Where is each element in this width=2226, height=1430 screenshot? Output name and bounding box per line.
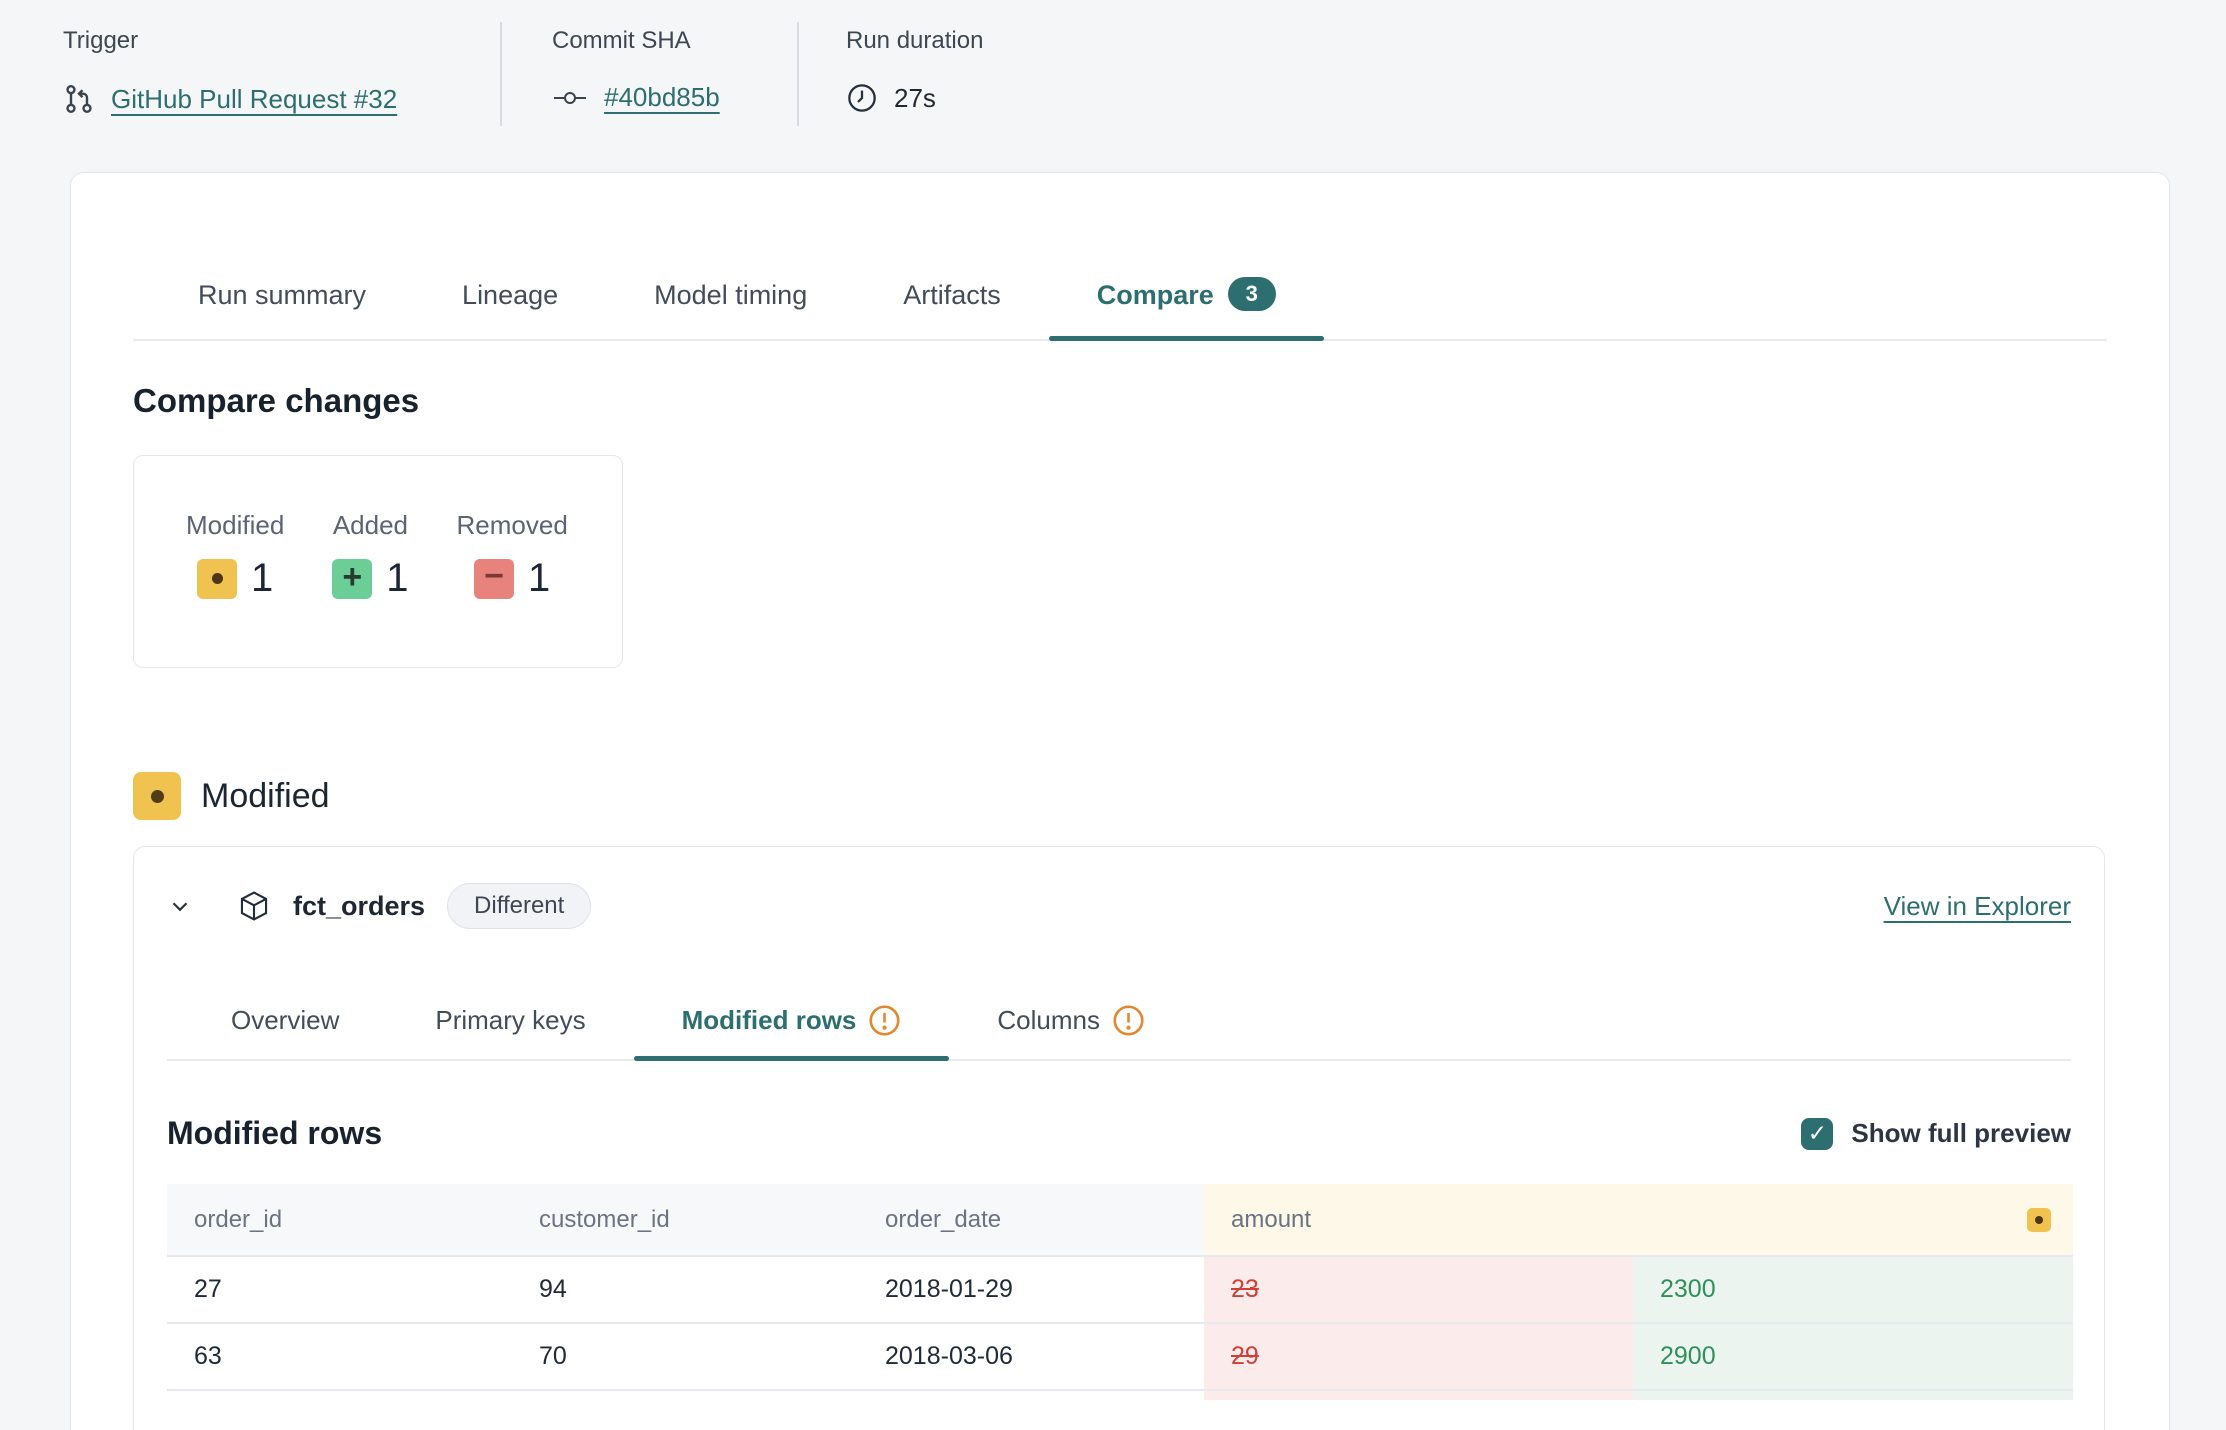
main-tabs: Run summary Lineage Model timing Artifac… [133, 277, 2107, 341]
table-row-partial [167, 1389, 512, 1400]
col-header-order-id: order_id [167, 1184, 512, 1255]
cell-customer-id: 70 [512, 1322, 858, 1389]
cell-order-id: 27 [167, 1255, 512, 1322]
modified-rows-table: order_id customer_id order_date amount 2… [167, 1184, 2073, 1400]
tab-run-summary[interactable]: Run summary [150, 277, 414, 339]
meta-duration: Run duration 27s [799, 26, 983, 146]
table-row-partial [512, 1389, 858, 1400]
tab-lineage[interactable]: Lineage [414, 277, 606, 339]
warning-icon [1112, 1004, 1145, 1037]
modified-section-title: Modified [133, 772, 2107, 820]
col-header-customer-id: customer_id [512, 1184, 858, 1255]
tab-model-timing[interactable]: Model timing [606, 277, 855, 339]
duration-label: Run duration [846, 26, 983, 56]
cell-amount-new: 2300 [1633, 1255, 2073, 1322]
stat-added: Added + 1 [332, 510, 408, 601]
cell-customer-id: 94 [512, 1255, 858, 1322]
run-card: Run summary Lineage Model timing Artifac… [70, 172, 2170, 1430]
modified-column-indicator-icon [2027, 1208, 2051, 1232]
modified-rows-header: Modified rows ✓ Show full preview [167, 1115, 2071, 1152]
stat-removed: Removed − 1 [457, 510, 568, 601]
modified-section-label: Modified [201, 777, 330, 816]
page: Trigger GitHub Pull Request #32 Commit S… [0, 0, 2226, 1430]
modified-section-icon [133, 772, 181, 820]
compare-stats-card: Modified 1 Added + 1 Removed − 1 [133, 455, 623, 668]
col-header-order-date: order_date [858, 1184, 1204, 1255]
stat-added-label: Added [333, 510, 408, 540]
modified-square-icon [197, 559, 237, 599]
duration-value: 27s [894, 83, 936, 114]
subtab-overview[interactable]: Overview [183, 1003, 387, 1059]
compare-changes-heading: Compare changes [133, 381, 2107, 421]
tab-artifacts[interactable]: Artifacts [855, 277, 1049, 339]
commit-icon [552, 86, 588, 110]
subtab-columns[interactable]: Columns [949, 1003, 1193, 1059]
model-cube-icon [237, 889, 271, 923]
model-card: fct_orders Different View in Explorer Ov… [133, 846, 2105, 1430]
view-in-explorer-link[interactable]: View in Explorer [1884, 891, 2071, 922]
commit-label: Commit SHA [552, 26, 797, 56]
trigger-link[interactable]: GitHub Pull Request #32 [111, 84, 397, 115]
compare-count-badge: 3 [1228, 277, 1276, 311]
stat-removed-label: Removed [457, 510, 568, 540]
stat-modified-count: 1 [251, 556, 273, 601]
col-header-amount: amount [1204, 1184, 2073, 1255]
stat-added-count: 1 [386, 556, 408, 601]
stat-modified: Modified 1 [186, 510, 284, 601]
cell-order-date: 2018-03-06 [858, 1322, 1204, 1389]
model-status-badge: Different [447, 883, 591, 929]
chevron-down-icon[interactable] [167, 893, 193, 919]
cell-order-date: 2018-01-29 [858, 1255, 1204, 1322]
subtab-modified-rows[interactable]: Modified rows [634, 1003, 950, 1059]
commit-link[interactable]: #40bd85b [604, 82, 720, 113]
model-header-row: fct_orders Different View in Explorer [134, 847, 2104, 929]
cell-amount-new: 2900 [1633, 1322, 2073, 1389]
table-row-partial [1633, 1389, 2073, 1400]
warning-icon [868, 1004, 901, 1037]
added-square-icon: + [332, 559, 372, 599]
stat-modified-label: Modified [186, 510, 284, 540]
clock-icon [846, 82, 878, 114]
table-row-partial [1204, 1389, 1633, 1400]
checkmark-icon: ✓ [1808, 1120, 1827, 1147]
show-full-preview-toggle[interactable]: ✓ Show full preview [1801, 1118, 2071, 1150]
cell-amount-old: 23 [1204, 1255, 1633, 1322]
model-subtabs: Overview Primary keys Modified rows Colu… [167, 1003, 2071, 1061]
pull-request-icon [63, 82, 95, 116]
cell-amount-old: 29 [1204, 1322, 1633, 1389]
subtab-primary-keys[interactable]: Primary keys [387, 1003, 633, 1059]
meta-trigger: Trigger GitHub Pull Request #32 [0, 26, 500, 146]
meta-commit: Commit SHA #40bd85b [502, 26, 797, 146]
table-row-partial [858, 1389, 1204, 1400]
show-full-preview-label: Show full preview [1851, 1118, 2071, 1149]
tab-compare[interactable]: Compare 3 [1049, 277, 1324, 339]
cell-order-id: 63 [167, 1322, 512, 1389]
trigger-label: Trigger [63, 26, 500, 56]
checkbox-checked-icon[interactable]: ✓ [1801, 1118, 1833, 1150]
model-name: fct_orders [293, 891, 425, 922]
stat-removed-count: 1 [528, 556, 550, 601]
run-meta-header: Trigger GitHub Pull Request #32 Commit S… [0, 0, 2226, 146]
modified-rows-heading: Modified rows [167, 1115, 382, 1152]
removed-square-icon: − [474, 559, 514, 599]
